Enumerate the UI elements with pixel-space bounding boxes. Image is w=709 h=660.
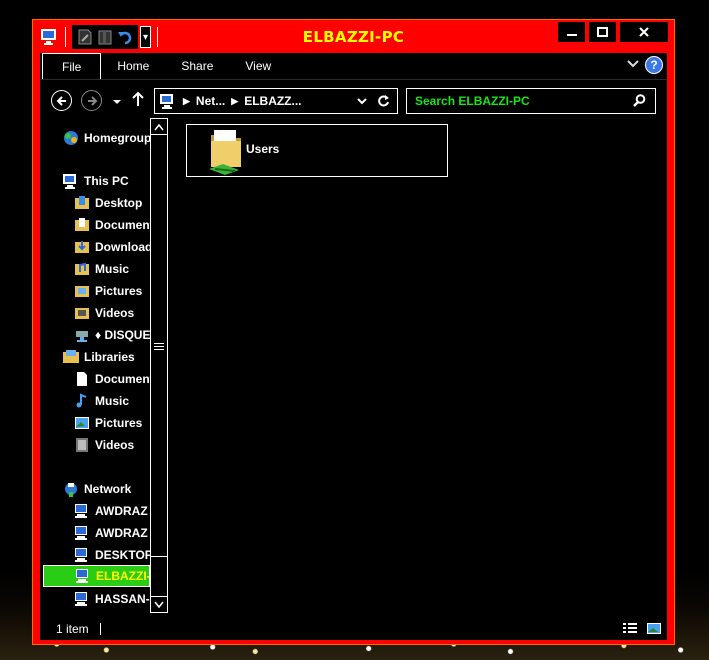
details-view-icon[interactable] — [623, 622, 637, 638]
item-count: 1 item — [56, 622, 89, 636]
status-bar: 1 item — [40, 618, 667, 640]
large-icons-view-icon[interactable] — [647, 622, 661, 638]
documents-folder-icon — [73, 216, 91, 234]
homegroup-icon — [62, 129, 80, 147]
breadcrumb-computer[interactable]: ELBAZZ... — [244, 94, 301, 108]
navigation-pane[interactable]: Homegroup This PC Desktop Documents Down… — [40, 119, 167, 619]
expand-ribbon-icon[interactable] — [627, 56, 639, 74]
maximize-button[interactable] — [589, 22, 616, 42]
tab-file[interactable]: File — [42, 53, 102, 79]
network-icon — [62, 480, 80, 498]
list-item[interactable]: Users — [186, 124, 448, 177]
search-placeholder: Search ELBAZZI-PC — [415, 94, 530, 108]
downloads-folder-icon — [73, 238, 91, 256]
document-icon — [73, 370, 91, 388]
network-computer-icon — [73, 546, 91, 564]
breadcrumb-network[interactable]: Net... — [196, 94, 225, 108]
help-icon[interactable]: ? — [645, 56, 663, 74]
address-row: ▶ Net... ▶ ELBAZZ... Search ELBAZZI-PC — [40, 88, 667, 114]
forward-button[interactable] — [81, 90, 102, 111]
recent-locations-icon[interactable] — [112, 94, 122, 112]
scrollbar-thumb[interactable] — [151, 137, 167, 557]
explorer-window: ▾ ELBAZZI-PC File Home Share View ? ▶ Ne… — [32, 19, 675, 645]
nav-scrollbar[interactable] — [150, 118, 168, 613]
libraries-icon — [62, 348, 80, 366]
music-note-icon — [73, 392, 91, 410]
network-computer-icon — [74, 567, 92, 585]
minimize-button[interactable] — [558, 22, 585, 42]
videos-folder-icon — [73, 304, 91, 322]
tab-share[interactable]: Share — [165, 53, 229, 80]
computer-icon — [62, 172, 80, 190]
network-computer-icon — [73, 502, 91, 520]
search-icon[interactable] — [633, 94, 646, 110]
view-switcher — [623, 622, 661, 638]
ribbon-tabs: File Home Share View ? — [40, 53, 667, 80]
ribbon-right-controls: ? — [627, 56, 663, 74]
scroll-down-button[interactable] — [151, 596, 167, 612]
nav-network-elbazzi-pc[interactable]: ELBAZZI-PC — [43, 565, 150, 587]
window-controls — [558, 22, 668, 42]
network-computer-icon — [159, 92, 177, 110]
status-separator — [99, 623, 101, 635]
film-icon — [73, 436, 91, 454]
tab-view[interactable]: View — [229, 53, 287, 80]
breadcrumb-separator-icon: ▶ — [231, 95, 239, 106]
close-button[interactable] — [620, 22, 668, 42]
explorer-client-area: File Home Share View ? ▶ Net... ▶ ELBAZZ… — [40, 53, 667, 640]
up-arrow-icon[interactable] — [132, 91, 144, 112]
pictures-folder-icon — [73, 282, 91, 300]
address-bar[interactable]: ▶ Net... ▶ ELBAZZ... — [154, 88, 398, 114]
network-computer-icon — [73, 590, 91, 608]
tab-home[interactable]: Home — [101, 53, 165, 80]
network-computer-icon — [73, 524, 91, 542]
breadcrumb-separator-icon: ▶ — [183, 95, 190, 106]
back-button[interactable] — [51, 90, 72, 111]
scrollbar-grip-icon — [154, 343, 164, 352]
shared-folder-icon — [209, 129, 243, 180]
refresh-icon[interactable] — [377, 94, 390, 110]
address-dropdown-icon[interactable] — [357, 95, 367, 109]
search-input[interactable]: Search ELBAZZI-PC — [406, 88, 656, 114]
network-drive-icon — [73, 326, 91, 344]
desktop-folder-icon — [73, 194, 91, 212]
picture-icon — [73, 414, 91, 432]
music-folder-icon — [73, 260, 91, 278]
scroll-up-button[interactable] — [151, 119, 167, 135]
item-label: Users — [246, 142, 280, 156]
title-bar[interactable]: ▾ ELBAZZI-PC — [33, 20, 674, 53]
